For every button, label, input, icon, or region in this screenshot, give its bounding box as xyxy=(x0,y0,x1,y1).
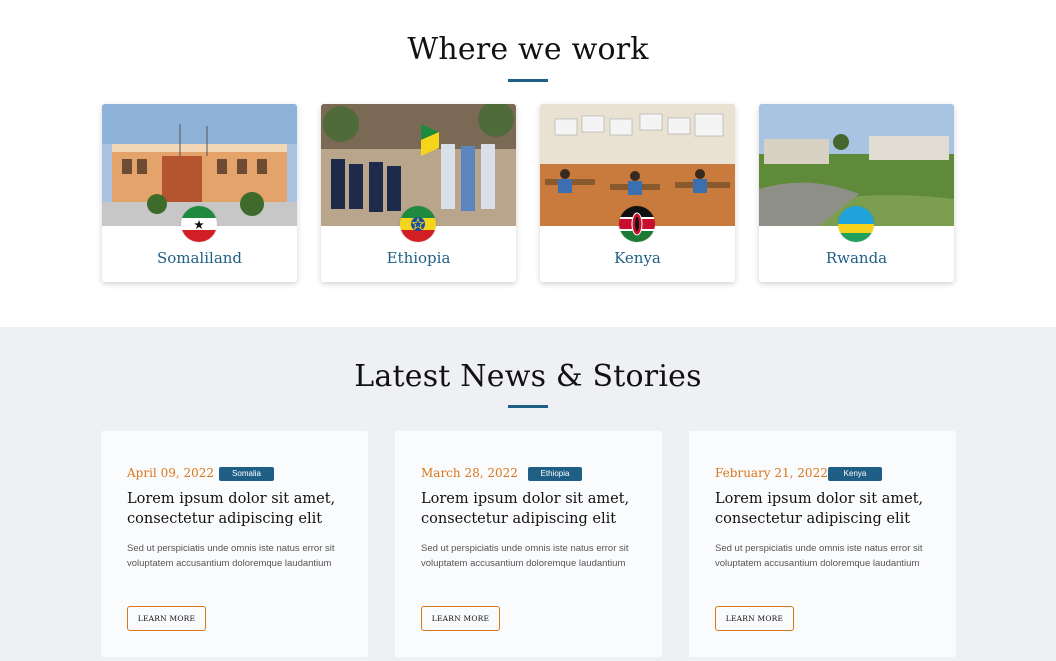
country-card-ethiopia[interactable]: Ethiopia xyxy=(321,104,516,282)
rwanda-flag-icon xyxy=(838,206,874,242)
country-name: Kenya xyxy=(614,249,661,267)
kenya-flag-icon xyxy=(619,206,655,242)
news-card: February 21, 2022 Kenya Lorem ipsum dolo… xyxy=(689,431,956,657)
country-card-kenya[interactable]: Kenya xyxy=(540,104,735,282)
learn-more-button[interactable]: LEARN MORE xyxy=(127,606,206,631)
news-heading[interactable]: Lorem ipsum dolor sit amet, consectetur … xyxy=(421,489,646,529)
news-tag-badge[interactable]: Somalia xyxy=(219,467,274,481)
where-we-work-section: Where we work Somaliland Ethiopia Kenya … xyxy=(0,0,1056,327)
news-card: March 28, 2022 Ethiopia Lorem ipsum dolo… xyxy=(395,431,662,657)
learn-more-button[interactable]: LEARN MORE xyxy=(421,606,500,631)
news-tag-badge[interactable]: Kenya xyxy=(828,467,882,481)
latest-news-title: Latest News & Stories xyxy=(354,359,702,394)
country-name: Rwanda xyxy=(825,249,888,267)
news-heading[interactable]: Lorem ipsum dolor sit amet, consectetur … xyxy=(715,489,940,529)
news-card: April 09, 2022 Somalia Lorem ipsum dolor… xyxy=(101,431,368,657)
news-date: February 21, 2022 xyxy=(715,466,828,480)
news-excerpt: Sed ut perspiciatis unde omnis iste natu… xyxy=(421,543,629,569)
country-name: Somaliland xyxy=(156,249,243,267)
somaliland-flag-icon xyxy=(181,206,217,242)
country-card-somaliland[interactable]: Somaliland xyxy=(102,104,297,282)
latest-news-section: Latest News & Stories April 09, 2022 Som… xyxy=(0,327,1056,661)
news-excerpt: Sed ut perspiciatis unde omnis iste natu… xyxy=(715,543,923,569)
news-excerpt: Sed ut perspiciatis unde omnis iste natu… xyxy=(127,543,335,569)
news-tag-badge[interactable]: Ethiopia xyxy=(528,467,582,481)
learn-more-button[interactable]: LEARN MORE xyxy=(715,606,794,631)
where-we-work-title: Where we work xyxy=(407,32,649,67)
title-underline xyxy=(508,79,548,82)
country-card-rwanda[interactable]: Rwanda xyxy=(759,104,954,282)
news-heading[interactable]: Lorem ipsum dolor sit amet, consectetur … xyxy=(127,489,352,529)
country-name: Ethiopia xyxy=(386,249,451,267)
news-date: March 28, 2022 xyxy=(421,466,518,480)
news-date: April 09, 2022 xyxy=(127,466,215,480)
title-underline xyxy=(508,405,548,408)
ethiopia-flag-icon xyxy=(400,206,436,242)
